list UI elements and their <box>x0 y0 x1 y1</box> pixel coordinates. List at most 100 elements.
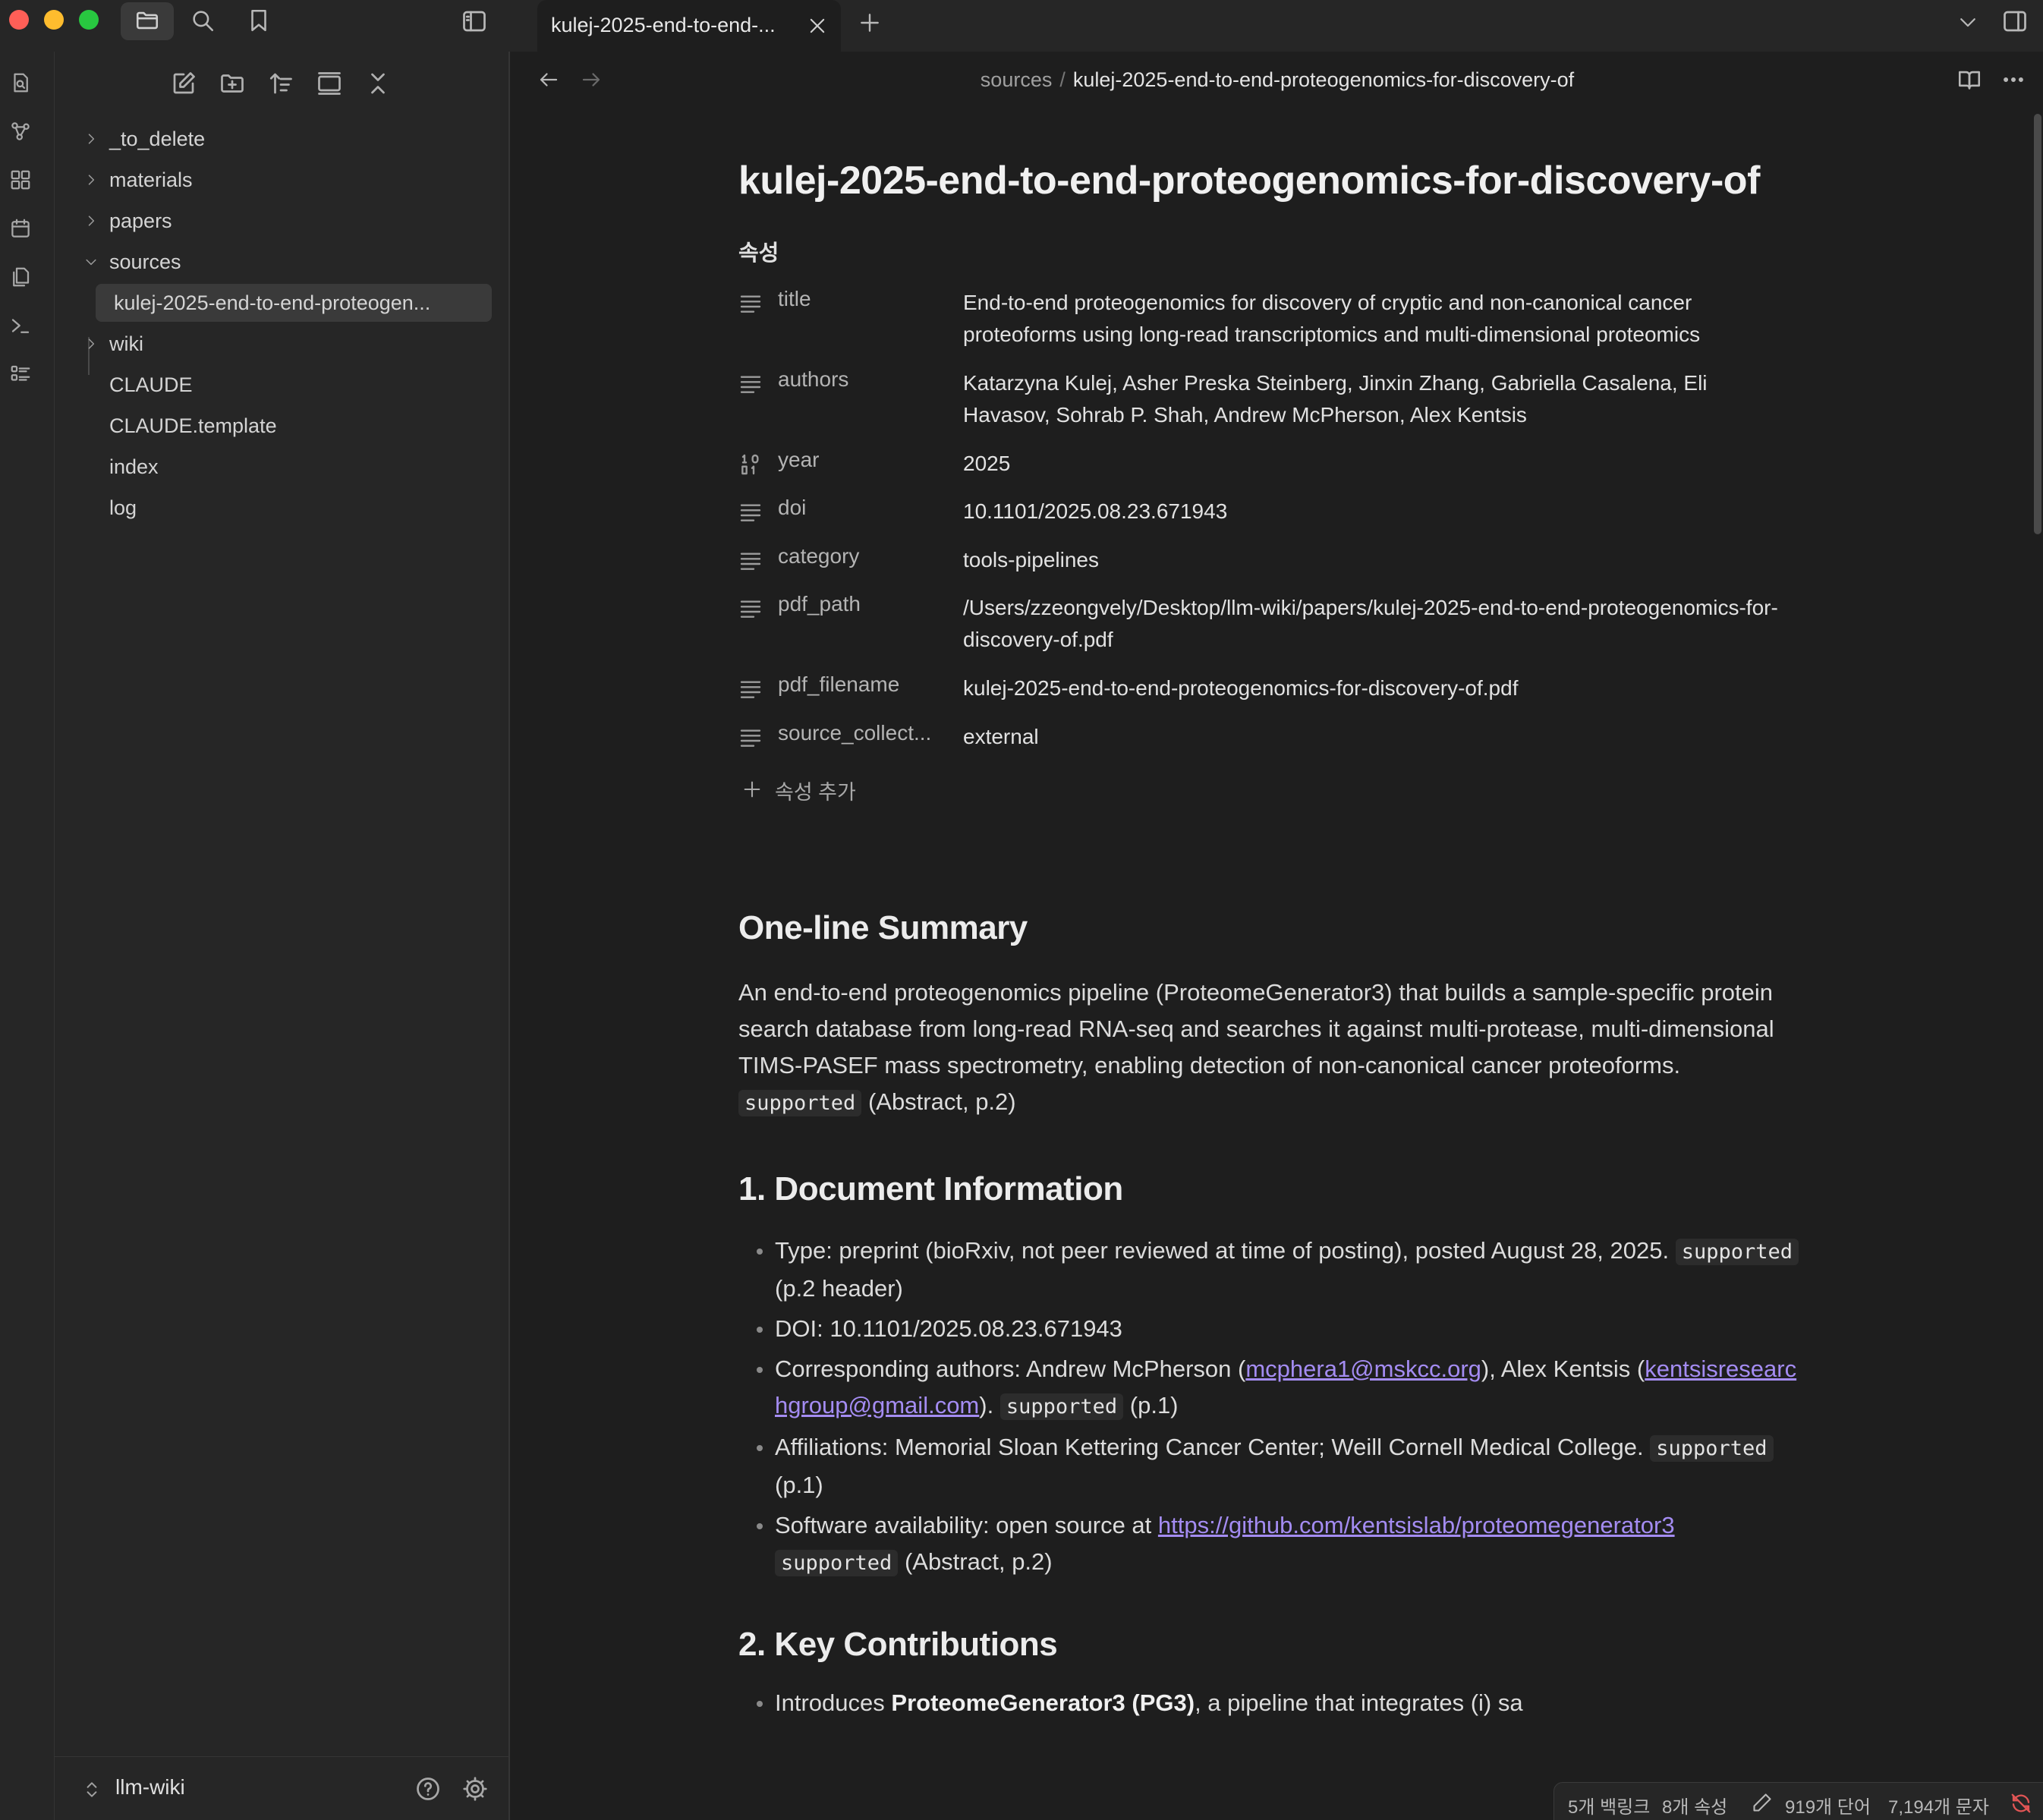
vault-name[interactable]: llm-wiki <box>115 1775 185 1800</box>
reading-view-icon[interactable] <box>1956 67 1982 93</box>
doc-info-heading[interactable]: 1. Document Information <box>738 1170 1801 1208</box>
doc-info-list: Type: preprint (bioRxiv, not peer review… <box>738 1233 1801 1582</box>
text-lines-icon <box>738 372 763 396</box>
sort-icon[interactable] <box>267 70 294 97</box>
new-folder-icon[interactable] <box>219 70 246 97</box>
github-link[interactable]: https://github.com/kentsislab/proteomege… <box>1158 1512 1675 1538</box>
tree-item-label: materials <box>109 168 193 191</box>
property-value[interactable]: 10.1101/2025.08.23.671943 <box>963 496 1783 527</box>
tree-folder-materials[interactable]: materials <box>73 161 492 199</box>
list-item-type[interactable]: Type: preprint (bioRxiv, not peer review… <box>738 1233 1801 1307</box>
scrollbar[interactable] <box>2034 114 2041 534</box>
terminal-icon[interactable] <box>9 314 32 337</box>
list-item-contribution[interactable]: Introduces ProteomeGenerator3 (PG3), a p… <box>738 1685 1801 1721</box>
property-value[interactable]: Katarzyna Kulej, Asher Preska Steinberg,… <box>963 367 1783 431</box>
tree-file-kulej-2025[interactable]: kulej-2025-end-to-end-proteogen... <box>96 284 492 322</box>
search-icon[interactable] <box>190 8 216 33</box>
vault-switcher-bar: llm-wiki <box>55 1756 508 1820</box>
calendar-icon[interactable] <box>9 217 32 240</box>
tree-folder-wiki[interactable]: wiki <box>73 325 492 363</box>
properties-count[interactable]: 8개 속성 <box>1662 1792 1727 1818</box>
citation: (p.1) <box>775 1472 823 1498</box>
text-lines-icon <box>738 726 763 750</box>
properties-heading[interactable]: 속성 <box>738 235 1801 267</box>
property-key[interactable]: year <box>778 448 819 472</box>
support-tag: supported <box>999 1393 1124 1420</box>
templates-icon[interactable] <box>9 266 32 288</box>
property-key[interactable]: source_collect... <box>778 721 931 745</box>
window-close-button[interactable] <box>9 10 29 30</box>
list-text: ), Alex Kentsis ( <box>1481 1356 1645 1382</box>
citation: (p.1) <box>1129 1392 1179 1419</box>
tree-file-log[interactable]: log <box>73 489 492 527</box>
new-note-icon[interactable] <box>170 70 197 97</box>
summary-heading[interactable]: One-line Summary <box>738 909 1801 947</box>
property-row-title[interactable]: title End-to-end proteogenomics for disc… <box>738 284 1801 364</box>
sidebar-right-toggle-icon[interactable] <box>2001 8 2029 35</box>
list-item-affiliations[interactable]: Affiliations: Memorial Sloan Kettering C… <box>738 1429 1801 1504</box>
property-value[interactable]: kulej-2025-end-to-end-proteogenomics-for… <box>963 672 1783 704</box>
tree-file-claude[interactable]: CLAUDE <box>73 366 492 404</box>
bookmark-icon[interactable] <box>246 8 272 33</box>
note-title[interactable]: kulej-2025-end-to-end-proteogenomics-for… <box>738 158 1801 203</box>
chevron-up-down-icon[interactable] <box>82 1778 102 1801</box>
email-link-mcpherson[interactable]: mcphera1@mskcc.org <box>1245 1356 1481 1382</box>
breadcrumb-folder[interactable]: sources <box>981 68 1053 91</box>
sidebar-left-toggle-icon[interactable] <box>460 8 489 35</box>
property-value[interactable]: tools-pipelines <box>963 544 1783 576</box>
property-row-source-collection[interactable]: source_collect... external <box>738 718 1801 768</box>
breadcrumb-file[interactable]: kulej-2025-end-to-end-proteogenomics-for… <box>1073 68 1574 91</box>
settings-gear-icon[interactable] <box>461 1775 489 1803</box>
list-item-software[interactable]: Software availability: open source at ht… <box>738 1507 1801 1582</box>
property-key[interactable]: pdf_path <box>778 592 861 616</box>
property-key[interactable]: doi <box>778 496 806 520</box>
window-zoom-button[interactable] <box>79 10 99 30</box>
contributions-heading[interactable]: 2. Key Contributions <box>738 1626 1801 1664</box>
outline-icon[interactable] <box>9 363 32 386</box>
graph-view-icon[interactable] <box>9 120 32 143</box>
list-item-doi[interactable]: DOI: 10.1101/2025.08.23.671943 <box>738 1311 1801 1347</box>
canvas-icon[interactable] <box>9 168 32 191</box>
property-value[interactable]: external <box>963 721 1783 753</box>
tab-close-icon[interactable] <box>807 15 828 36</box>
property-row-year[interactable]: year 2025 <box>738 445 1801 493</box>
collapse-all-icon[interactable] <box>364 70 392 97</box>
number-icon <box>738 452 763 477</box>
property-value[interactable]: End-to-end proteogenomics for discovery … <box>963 287 1783 351</box>
auto-reveal-icon[interactable] <box>316 70 343 97</box>
property-row-authors[interactable]: authors Katarzyna Kulej, Asher Preska St… <box>738 364 1801 445</box>
backlinks-count[interactable]: 5개 백링크 <box>1568 1792 1650 1818</box>
breadcrumb-separator: / <box>1059 68 1066 91</box>
tab-active[interactable]: kulej-2025-end-to-end-... <box>537 0 841 52</box>
more-options-icon[interactable] <box>2001 67 2026 93</box>
property-key[interactable]: title <box>778 287 811 311</box>
quick-switcher-icon[interactable] <box>9 71 32 94</box>
support-tag: supported <box>775 1550 899 1576</box>
help-icon[interactable] <box>414 1775 442 1803</box>
property-key[interactable]: category <box>778 544 859 568</box>
tree-file-claude-template[interactable]: CLAUDE.template <box>73 407 492 445</box>
tab-list-chevron-icon[interactable] <box>1956 11 1979 33</box>
tree-file-index[interactable]: index <box>73 448 492 486</box>
folder-icon <box>134 8 161 33</box>
summary-paragraph[interactable]: An end-to-end proteogenomics pipeline (P… <box>738 975 1801 1122</box>
list-item-corresponding[interactable]: Corresponding authors: Andrew McPherson … <box>738 1351 1801 1425</box>
tree-folder-to-delete[interactable]: _to_delete <box>73 120 492 158</box>
property-value[interactable]: 2025 <box>963 448 1783 480</box>
tree-folder-sources[interactable]: sources <box>73 243 492 281</box>
property-row-doi[interactable]: doi 10.1101/2025.08.23.671943 <box>738 493 1801 541</box>
tree-folder-papers[interactable]: papers <box>73 202 492 240</box>
property-key[interactable]: authors <box>778 367 848 392</box>
add-property-button[interactable]: 속성 추가 <box>738 768 1801 814</box>
sync-error-icon[interactable] <box>2010 1792 2032 1815</box>
window-minimize-button[interactable] <box>44 10 64 30</box>
tree-item-label: index <box>109 455 159 478</box>
property-value[interactable]: /Users/zzeongvely/Desktop/llm-wiki/paper… <box>963 592 1783 656</box>
property-row-pdf-filename[interactable]: pdf_filename kulej-2025-end-to-end-prote… <box>738 669 1801 718</box>
property-key[interactable]: pdf_filename <box>778 672 899 697</box>
support-tag: supported <box>1675 1239 1799 1265</box>
new-tab-icon[interactable] <box>858 11 882 35</box>
property-row-pdf-path[interactable]: pdf_path /Users/zzeongvely/Desktop/llm-w… <box>738 589 1801 669</box>
pencil-icon[interactable] <box>1752 1792 1773 1813</box>
property-row-category[interactable]: category tools-pipelines <box>738 541 1801 589</box>
